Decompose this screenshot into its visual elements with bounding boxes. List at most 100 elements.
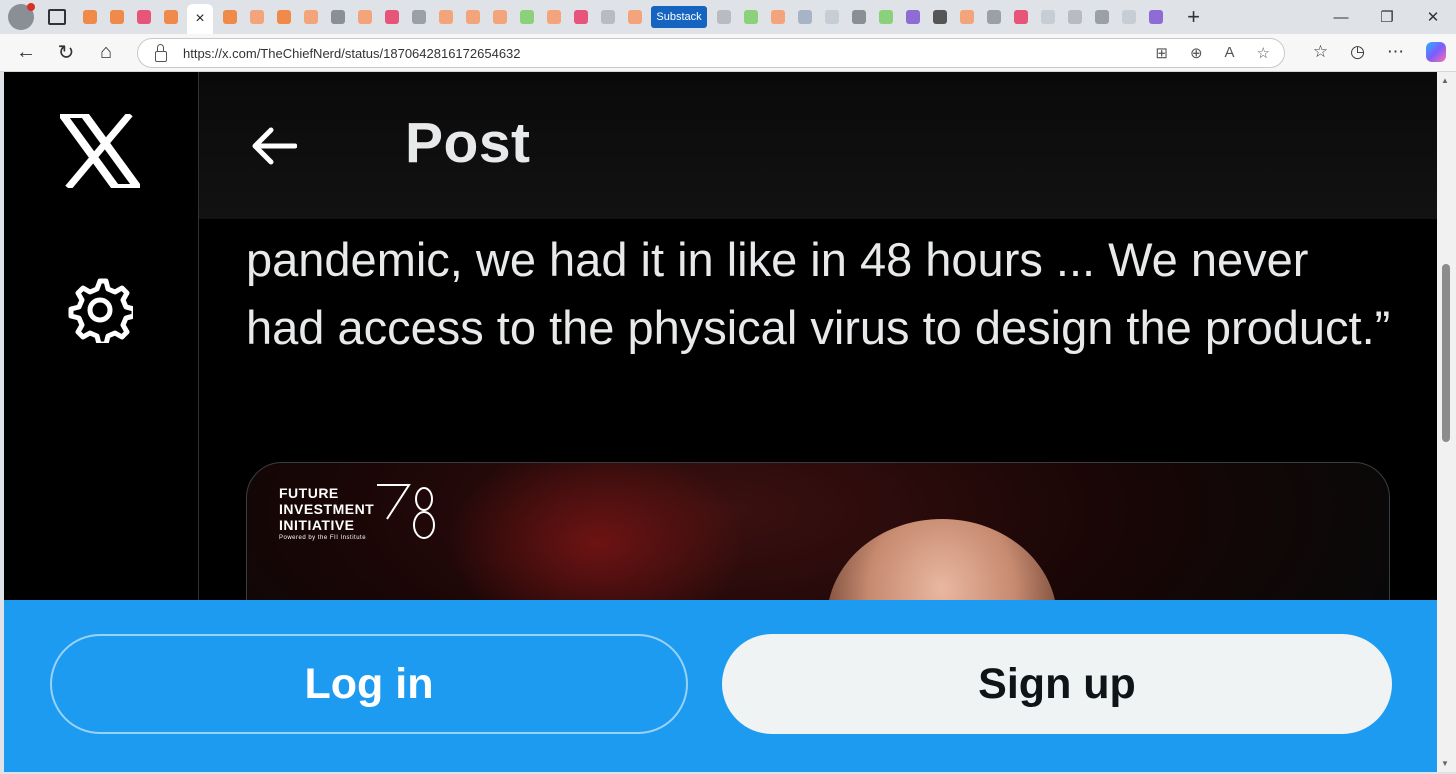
browser-tab[interactable] <box>821 6 842 28</box>
browser-tab[interactable] <box>543 6 564 28</box>
browser-tab[interactable] <box>273 6 294 28</box>
page-favicon-icon <box>959 10 974 24</box>
window-controls: — ❐ ✕ <box>1318 0 1456 34</box>
page-favicon-icon <box>1067 10 1082 24</box>
scroll-down-icon[interactable]: ▼ <box>1441 759 1449 768</box>
substack-favicon-icon <box>627 10 642 24</box>
browser-tab[interactable] <box>516 6 537 28</box>
browser-tab[interactable] <box>79 6 100 28</box>
refresh-button[interactable]: ↻ <box>52 39 80 67</box>
browser-tab-bar: × Substack + — ❐ ✕ <box>0 0 1456 34</box>
browser-tab[interactable] <box>902 6 923 28</box>
substack-favicon-icon <box>249 10 264 24</box>
scrollbar-thumb[interactable] <box>1442 264 1450 442</box>
zoom-icon[interactable]: ⊕ <box>1190 44 1203 62</box>
url-text[interactable]: https://x.com/TheChiefNerd/status/187064… <box>183 46 521 61</box>
page-favicon-icon <box>851 10 866 24</box>
browser-tab[interactable] <box>160 6 181 28</box>
browser-tab[interactable] <box>848 6 869 28</box>
scroll-up-icon[interactable]: ▲ <box>1441 76 1449 85</box>
browser-tab[interactable] <box>983 6 1004 28</box>
browser-right-tools: ☆ ◷ ⋯ <box>1313 38 1446 66</box>
browser-tab[interactable] <box>767 6 788 28</box>
browser-tab[interactable] <box>1064 6 1085 28</box>
browser-tab[interactable] <box>381 6 402 28</box>
x-logo-icon[interactable] <box>60 114 140 188</box>
browser-tab[interactable] <box>794 6 815 28</box>
browser-tab[interactable] <box>1037 6 1058 28</box>
sign-up-button[interactable]: Sign up <box>722 634 1392 734</box>
browser-tab[interactable] <box>624 6 645 28</box>
browser-tab[interactable] <box>597 6 618 28</box>
copilot-icon[interactable] <box>1426 42 1446 62</box>
back-button[interactable]: ← <box>12 39 40 67</box>
browser-tab[interactable] <box>956 6 977 28</box>
browser-tab[interactable] <box>1091 6 1112 28</box>
browser-tab[interactable] <box>354 6 375 28</box>
page-favicon-icon <box>716 10 731 24</box>
browser-tab[interactable] <box>246 6 267 28</box>
search-favicon-icon <box>1121 10 1136 24</box>
substack-favicon-icon <box>492 10 507 24</box>
browser-tab[interactable] <box>740 6 761 28</box>
substack-favicon-icon <box>357 10 372 24</box>
browser-tab[interactable] <box>462 6 483 28</box>
page-favicon-icon <box>797 10 812 24</box>
browser-tab[interactable] <box>1010 6 1031 28</box>
search-favicon-icon <box>824 10 839 24</box>
browser-tab[interactable] <box>327 6 348 28</box>
browser-tab[interactable] <box>713 6 734 28</box>
logo-line: INITIATIVE <box>279 517 355 533</box>
settings-gear-icon[interactable] <box>67 277 133 343</box>
new-tab-button[interactable]: + <box>1183 4 1204 29</box>
browser-tab[interactable] <box>570 6 591 28</box>
tab-close-icon[interactable]: × <box>195 10 204 28</box>
minimize-icon[interactable]: — <box>1318 9 1364 26</box>
close-window-icon[interactable]: ✕ <box>1410 8 1456 26</box>
browser-tab[interactable] <box>1145 6 1166 28</box>
rumble-favicon-icon <box>878 10 893 24</box>
address-bar[interactable]: https://x.com/TheChiefNerd/status/187064… <box>137 38 1285 68</box>
page-favicon-icon <box>932 10 947 24</box>
read-aloud-icon[interactable]: A <box>1225 44 1235 62</box>
infinity-eight-icon <box>413 487 435 539</box>
post-header: Post <box>199 72 1437 219</box>
browser-toolbar: ← ↻ ⌂ https://x.com/TheChiefNerd/status/… <box>0 34 1456 72</box>
page-favicon-icon <box>1094 10 1109 24</box>
profile-avatar[interactable] <box>8 3 35 30</box>
browser-tab[interactable] <box>489 6 510 28</box>
youtube-favicon-icon <box>1013 10 1028 24</box>
browser-tab[interactable] <box>435 6 456 28</box>
log-in-button[interactable]: Log in <box>50 634 688 734</box>
more-options-icon[interactable]: ⋯ <box>1387 42 1404 62</box>
page-scrollbar[interactable]: ▲ ▼ <box>1437 72 1456 772</box>
substack-favicon-icon <box>303 10 318 24</box>
apps-icon[interactable]: ⊞ <box>1155 44 1168 62</box>
substack-tab-group[interactable]: Substack <box>651 6 707 28</box>
browser-tab[interactable] <box>300 6 321 28</box>
lock-icon[interactable] <box>155 43 167 62</box>
favorite-star-icon[interactable]: ☆ <box>1257 44 1270 62</box>
active-browser-tab[interactable]: × <box>187 4 213 34</box>
browser-tab[interactable] <box>133 6 154 28</box>
page-favicon-icon <box>330 10 345 24</box>
substack-favicon-icon <box>82 10 97 24</box>
browser-tab[interactable] <box>929 6 950 28</box>
youtube-favicon-icon <box>136 10 151 24</box>
history-icon[interactable]: ◷ <box>1350 42 1365 62</box>
logo-line: FUTURE <box>279 485 339 501</box>
substack-favicon-icon <box>109 10 124 24</box>
browser-tab[interactable] <box>106 6 127 28</box>
browser-tab[interactable] <box>1118 6 1139 28</box>
browser-tab[interactable] <box>408 6 429 28</box>
page-favicon-icon <box>1040 10 1055 24</box>
tab-actions-icon[interactable] <box>48 9 66 25</box>
favorites-icon[interactable]: ☆ <box>1313 42 1328 62</box>
back-arrow-icon[interactable] <box>249 124 297 168</box>
browser-tab[interactable] <box>219 6 240 28</box>
rumble-favicon-icon <box>743 10 758 24</box>
page-favicon-icon <box>411 10 426 24</box>
restore-icon[interactable]: ❐ <box>1364 8 1410 26</box>
browser-tab[interactable] <box>875 6 896 28</box>
home-button[interactable]: ⌂ <box>92 39 120 67</box>
